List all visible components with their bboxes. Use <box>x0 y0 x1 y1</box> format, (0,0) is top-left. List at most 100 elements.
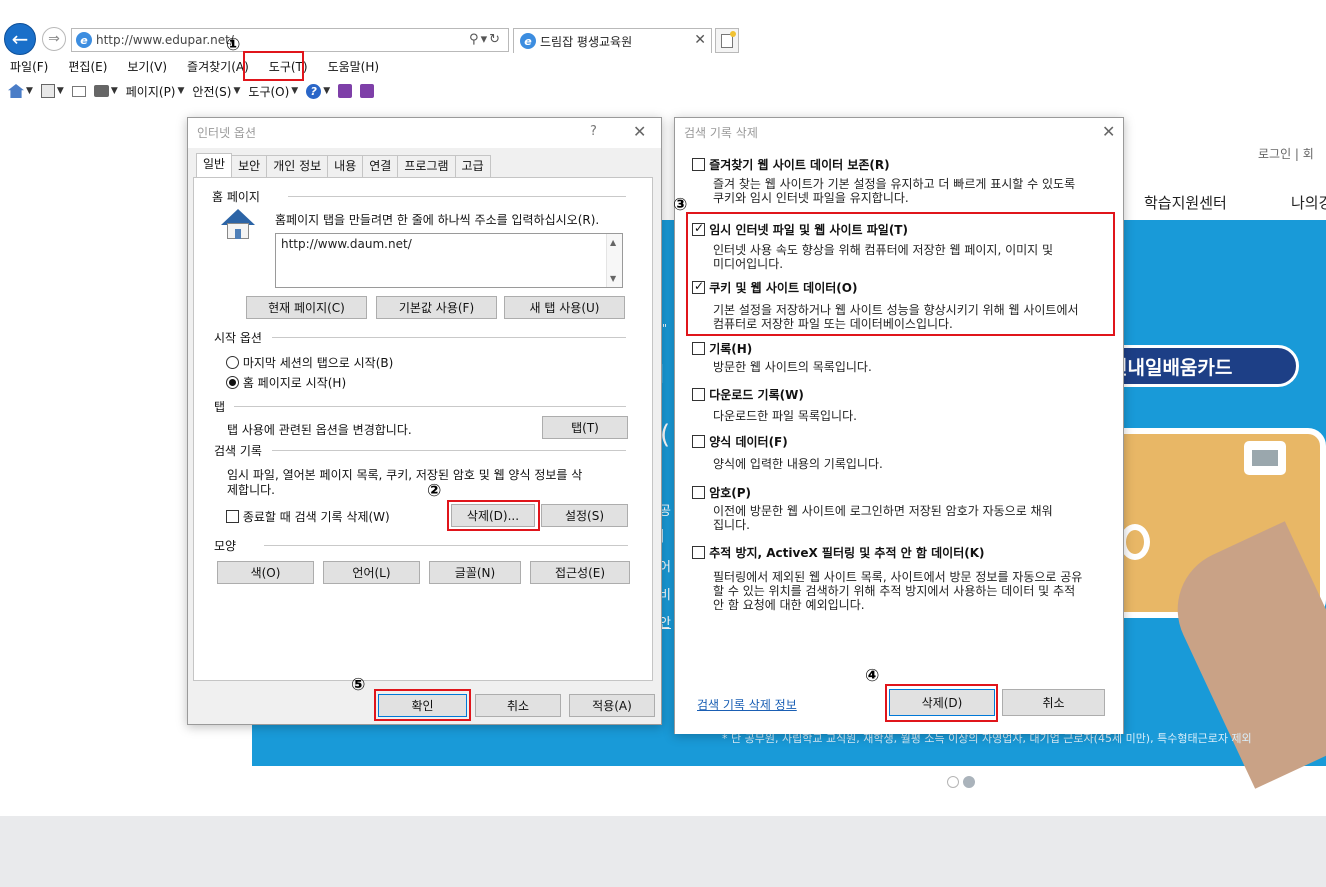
back-button[interactable]: ← <box>4 23 36 55</box>
home-button[interactable]: ▼ <box>8 84 33 98</box>
address-bar[interactable]: e http://www.edupar.net/ ⚲▾↻ <box>71 28 509 52</box>
delete-dialog-title: 검색 기록 삭제 <box>675 118 1123 148</box>
textarea-scrollbar[interactable]: ▲ ▼ <box>606 234 622 287</box>
radio-start-last-session[interactable]: 마지막 세션의 탭으로 시작(B) <box>226 354 393 371</box>
group-divider <box>272 450 626 451</box>
option-passwords[interactable]: 암호(P) <box>692 484 751 501</box>
arrow-left-icon: ← <box>11 27 29 51</box>
option-form-data[interactable]: 양식 데이터(F) <box>692 433 788 450</box>
onenote-linked-icon <box>360 84 375 98</box>
colors-button[interactable]: 색(O) <box>217 561 314 584</box>
nav-my-course[interactable]: 나의강 <box>1291 192 1326 213</box>
option-history[interactable]: 기록(H) <box>692 340 752 357</box>
delete-on-exit-option[interactable]: 종료할 때 검색 기록 삭제(W) <box>226 508 390 525</box>
step-3-marker: ③ <box>673 195 688 215</box>
radio-start-home[interactable]: 홈 페이지로 시작(H) <box>226 374 346 391</box>
mail-icon <box>71 85 86 97</box>
group-divider <box>234 406 626 407</box>
history-description-2: 제합니다. <box>227 483 275 497</box>
page-menu[interactable]: 페이지(P) ▼ <box>126 83 185 100</box>
tracking-desc: 필터링에서 제외된 웹 사이트 목록, 사이트에서 방문 정보를 자동으로 공유… <box>713 570 1113 612</box>
tab-ie-icon: e <box>520 33 536 49</box>
home-page-urls-input[interactable]: http://www.daum.net/ ▲ ▼ <box>275 233 623 288</box>
safety-menu-label: 안전(S) <box>192 84 232 99</box>
tab-content[interactable]: 내용 <box>327 155 364 177</box>
history-settings-button[interactable]: 설정(S) <box>541 504 628 527</box>
safety-menu[interactable]: 안전(S) ▼ <box>192 83 240 100</box>
radio-home[interactable] <box>226 376 239 389</box>
desc-line: 이전에 방문한 웹 사이트에 로그인하면 저장된 암호가 자동으로 채워 <box>713 504 1053 518</box>
tab-privacy[interactable]: 개인 정보 <box>266 155 329 177</box>
help-button[interactable]: ? ▼ <box>306 83 330 99</box>
group-divider <box>264 545 628 546</box>
tabs-settings-button[interactable]: 탭(T) <box>542 416 628 439</box>
appearance-group-label: 모양 <box>214 539 237 553</box>
home-page-url: http://www.daum.net/ <box>281 237 412 251</box>
onenote-icon <box>338 84 353 98</box>
login-link[interactable]: 로그인 | 회 <box>1258 145 1314 162</box>
download-history-checkbox[interactable] <box>692 388 705 401</box>
browser-tab[interactable]: e 드림잡 평생교육원 ✕ <box>513 28 712 53</box>
step-5-marker: ⑤ <box>351 675 366 695</box>
new-tab-button[interactable] <box>715 28 739 53</box>
nav-learning-center[interactable]: 학습지원센터 <box>1144 192 1227 213</box>
cancel-button[interactable]: 취소 <box>475 694 561 717</box>
about-deleting-history-link[interactable]: 검색 기록 삭제 정보 <box>697 696 797 713</box>
preserve-favorites-desc: 즐겨 찾는 웹 사이트가 기본 설정을 유지하고 더 빠르게 표시할 수 있도록… <box>713 177 1113 205</box>
print-button[interactable]: ▼ <box>93 85 118 97</box>
history-checkbox[interactable] <box>692 342 705 355</box>
accessibility-button[interactable]: 접근성(E) <box>530 561 630 584</box>
tab-connections[interactable]: 연결 <box>362 155 399 177</box>
tab-programs[interactable]: 프로그램 <box>397 155 456 177</box>
home-icon <box>8 84 24 98</box>
delete-dialog-close-icon[interactable]: ✕ <box>1102 122 1115 141</box>
home-page-icon <box>221 209 255 239</box>
help-question-icon[interactable]: ? <box>590 124 597 139</box>
tab-security[interactable]: 보안 <box>231 155 268 177</box>
slider-dot[interactable] <box>947 776 959 788</box>
form-data-checkbox[interactable] <box>692 435 705 448</box>
menu-view[interactable]: 보기(V) <box>123 56 171 77</box>
delete-cancel-button[interactable]: 취소 <box>1002 689 1105 716</box>
delete-on-exit-checkbox[interactable] <box>226 510 239 523</box>
onenote-button[interactable] <box>338 84 353 98</box>
forward-button[interactable]: ⇒ <box>42 27 66 51</box>
option-download-history[interactable]: 다운로드 기록(W) <box>692 386 804 403</box>
languages-button[interactable]: 언어(L) <box>323 561 420 584</box>
menu-file[interactable]: 파일(F) <box>6 56 52 77</box>
search-refresh-icons[interactable]: ⚲▾↻ <box>469 32 502 47</box>
desc-line: 쿠키와 임시 인터넷 파일을 유지합니다. <box>713 191 909 205</box>
help-icon: ? <box>306 83 322 99</box>
radio-last-session-label: 마지막 세션의 탭으로 시작(B) <box>242 356 394 370</box>
passwords-checkbox[interactable] <box>692 486 705 499</box>
use-new-tab-button[interactable]: 새 탭 사용(U) <box>504 296 625 319</box>
feeds-button[interactable]: ▼ <box>40 84 64 98</box>
tab-close-icon[interactable]: ✕ <box>694 32 706 48</box>
group-divider <box>272 337 626 338</box>
mail-button[interactable] <box>71 85 86 97</box>
slider-dot-active[interactable] <box>963 776 975 788</box>
radio-last-session[interactable] <box>226 356 239 369</box>
tools-menu[interactable]: 도구(O) ▼ <box>248 83 298 100</box>
close-icon[interactable]: ✕ <box>633 122 646 141</box>
group-divider <box>288 196 626 197</box>
tabs-group-label: 탭 <box>214 400 226 414</box>
option-tracking[interactable]: 추적 방지, ActiveX 필터링 및 추적 안 함 데이터(K) <box>692 544 985 561</box>
home-page-group-label: 홈 페이지 <box>212 190 260 204</box>
menu-edit[interactable]: 편집(E) <box>64 56 111 77</box>
highlight-ok-button <box>374 689 471 721</box>
tab-advanced[interactable]: 고급 <box>454 155 491 177</box>
home-page-description: 홈페이지 탭을 만들려면 한 줄에 하나씩 주소를 입력하십시오(R). <box>275 213 600 227</box>
tab-general[interactable]: 일반 <box>196 153 233 177</box>
menu-help[interactable]: 도움말(H) <box>324 56 384 77</box>
desc-line: 다운로드한 파일 목록입니다. <box>713 409 857 423</box>
tracking-checkbox[interactable] <box>692 546 705 559</box>
option-preserve-favorites[interactable]: 즐겨찾기 웹 사이트 데이터 보존(R) <box>692 156 890 173</box>
page-menu-label: 페이지(P) <box>125 84 176 99</box>
use-current-button[interactable]: 현재 페이지(C) <box>246 296 367 319</box>
onenote-linked-button[interactable] <box>360 84 375 98</box>
use-default-button[interactable]: 기본값 사용(F) <box>376 296 497 319</box>
fonts-button[interactable]: 글꼴(N) <box>429 561 521 584</box>
apply-button[interactable]: 적용(A) <box>569 694 655 717</box>
preserve-favorites-checkbox[interactable] <box>692 158 705 171</box>
